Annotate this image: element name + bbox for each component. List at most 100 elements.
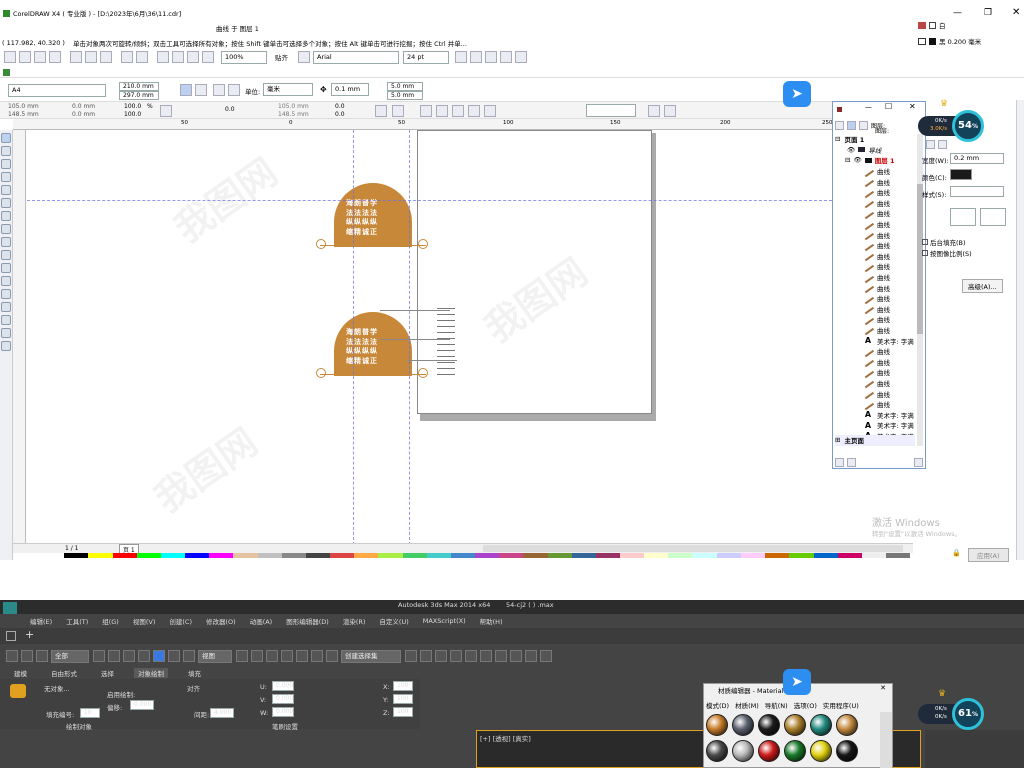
- max-menu-item[interactable]: MAXScript(X): [423, 617, 466, 625]
- bold-icon[interactable]: [455, 51, 467, 63]
- spinner-snap-icon[interactable]: [326, 650, 338, 662]
- pick-tool-icon[interactable]: [1, 133, 11, 143]
- crop-tool-icon[interactable]: [1, 159, 11, 169]
- current-page-icon[interactable]: [228, 84, 240, 96]
- select-by-name-icon[interactable]: [108, 650, 120, 662]
- max-menu-item[interactable]: 图形编辑器(D): [286, 616, 329, 626]
- rectangle-tool-icon[interactable]: [1, 211, 11, 221]
- material-slot[interactable]: [836, 714, 858, 736]
- max-menu-item[interactable]: 工具(T): [66, 616, 88, 626]
- pin-icon[interactable]: ➤: [783, 81, 811, 107]
- zoom-tool-icon[interactable]: [1, 172, 11, 182]
- page-width-field[interactable]: 210.0 mm: [119, 82, 159, 91]
- render-setup-icon[interactable]: [510, 650, 522, 662]
- fill-number-field[interactable]: 10: [80, 708, 100, 718]
- angle-snap-icon[interactable]: [296, 650, 308, 662]
- ribbon-icon[interactable]: [450, 650, 462, 662]
- horizontal-scrollbar[interactable]: [483, 545, 903, 552]
- max-menu-item[interactable]: 创建(C): [169, 616, 192, 626]
- material-slot[interactable]: [758, 740, 780, 762]
- max-menu-item[interactable]: 动画(A): [250, 616, 273, 626]
- viewport-label[interactable]: [+] [透视] [真实]: [480, 733, 531, 743]
- layers-icon[interactable]: [435, 650, 447, 662]
- pos-x[interactable]: 105.0 mm: [8, 103, 39, 110]
- tree-object[interactable]: 曲线: [861, 207, 917, 220]
- drawing-canvas[interactable]: 我图网 我图网 我图网 海朗普学 法法法法 纵纵纵纵 缩精诚正 海朗普学 法法法…: [27, 130, 909, 543]
- copy-icon[interactable]: [85, 51, 97, 63]
- mirror-h-icon[interactable]: [375, 105, 387, 117]
- text-props-icon[interactable]: [515, 51, 527, 63]
- max-menu-item[interactable]: 编辑(E): [30, 616, 52, 626]
- snap-icon[interactable]: [281, 650, 293, 662]
- size-w[interactable]: 0.0 mm: [72, 103, 95, 110]
- tree-object[interactable]: A 美术字: 字满: [863, 420, 917, 431]
- lock-ratio-icon[interactable]: [160, 105, 172, 117]
- color-palette[interactable]: [40, 553, 911, 558]
- tree-object[interactable]: A 美术字: 字满: [863, 409, 917, 420]
- tree-object[interactable]: 曲线: [861, 324, 917, 336]
- tree-object[interactable]: 曲线: [861, 218, 917, 230]
- color-swatch[interactable]: [950, 169, 972, 180]
- material-slots[interactable]: [704, 712, 874, 764]
- material-slot[interactable]: [784, 740, 806, 762]
- mirror-icon[interactable]: [405, 650, 417, 662]
- arrow-start-select[interactable]: [950, 208, 976, 226]
- pos-y[interactable]: 148.5 mm: [8, 111, 39, 118]
- badge-bottom[interactable]: 海朗普学 法法法法 纵纵纵纵 缩精诚正: [316, 312, 428, 378]
- eye-icon[interactable]: 👁: [847, 146, 855, 154]
- rect-region-icon[interactable]: [123, 650, 135, 662]
- tree-object[interactable]: 曲线: [861, 356, 917, 368]
- render-icon[interactable]: [540, 650, 552, 662]
- snap-menu[interactable]: 贴齐: [275, 52, 288, 62]
- outline-width-select[interactable]: [586, 104, 636, 117]
- export-icon[interactable]: [172, 51, 184, 63]
- tree-object[interactable]: 曲线: [861, 366, 917, 379]
- eyedropper-icon[interactable]: [1, 302, 11, 312]
- tree-object[interactable]: 曲线: [861, 239, 917, 251]
- scale-image-checkbox[interactable]: 按图像比例(S): [922, 248, 972, 258]
- paint-brush-icon[interactable]: [10, 684, 26, 698]
- text-tool-icon[interactable]: [1, 263, 11, 273]
- mirror-v-icon[interactable]: [392, 105, 404, 117]
- ribbon-tab[interactable]: 建模: [10, 668, 31, 678]
- width-select[interactable]: 0.2 mm: [950, 153, 1004, 164]
- tree-object[interactable]: 曲线: [861, 387, 917, 400]
- weld-icon[interactable]: [452, 105, 464, 117]
- u-field[interactable]: 0.000: [272, 681, 294, 691]
- mat-menu-item[interactable]: 选项(O): [794, 700, 817, 710]
- w-field[interactable]: 0.000: [272, 707, 294, 717]
- material-slot[interactable]: [732, 740, 754, 762]
- max-menu-item[interactable]: 自定义(U): [379, 616, 408, 626]
- skew-h[interactable]: 0.0: [335, 103, 345, 110]
- spacing-field[interactable]: 4.000: [210, 708, 234, 718]
- x-field[interactable]: 100: [393, 681, 413, 691]
- to-front-icon[interactable]: [648, 105, 660, 117]
- arrow-end-select[interactable]: [980, 208, 1006, 226]
- mat-close[interactable]: ✕: [880, 684, 886, 692]
- scale-x[interactable]: 100.0: [124, 103, 141, 110]
- manipulate-icon[interactable]: [251, 650, 263, 662]
- scale-icon[interactable]: [183, 650, 195, 662]
- font-select[interactable]: Arial: [313, 50, 399, 64]
- page-nav-count[interactable]: 1 / 1: [65, 545, 78, 552]
- scale-y[interactable]: 100.0: [124, 111, 141, 118]
- schematic-icon[interactable]: [480, 650, 492, 662]
- delete-icon[interactable]: [914, 458, 923, 467]
- import-icon[interactable]: [157, 51, 169, 63]
- tree-object[interactable]: 曲线: [861, 197, 917, 209]
- print-icon[interactable]: [49, 51, 61, 63]
- paste-icon[interactable]: [100, 51, 112, 63]
- tree-object[interactable]: 曲线: [861, 165, 917, 177]
- style-select[interactable]: [950, 186, 1004, 197]
- render-frame-icon[interactable]: [525, 650, 537, 662]
- tree-object[interactable]: 曲线: [861, 377, 917, 389]
- open-icon[interactable]: [19, 51, 31, 63]
- behind-fill-checkbox[interactable]: 后台填充(B): [922, 237, 966, 247]
- lock-icon[interactable]: 🔒: [952, 549, 961, 557]
- ribbon-tab[interactable]: 填充: [184, 668, 205, 678]
- tree-object[interactable]: 曲线: [861, 260, 917, 273]
- tree-guides[interactable]: 👁 导线: [835, 145, 917, 156]
- polygon-tool-icon[interactable]: [1, 237, 11, 247]
- underline-icon[interactable]: [485, 51, 497, 63]
- pick-small-icon[interactable]: [3, 69, 10, 76]
